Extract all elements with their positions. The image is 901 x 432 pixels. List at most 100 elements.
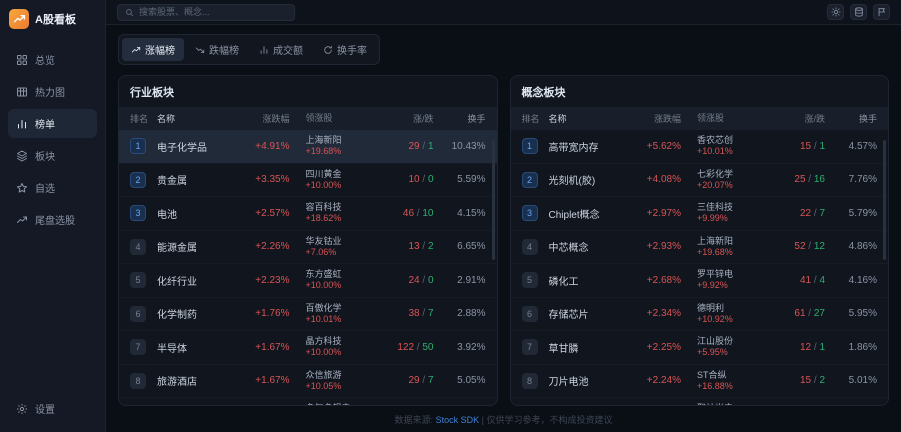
- tab-refresh[interactable]: 换手率: [314, 38, 376, 61]
- panel-concept: 概念板块排名名称涨跌幅领涨股涨/跌换手1高带宽内存+5.62%香农芯创+10.0…: [510, 75, 890, 406]
- sidebar-item-sector[interactable]: 板块: [8, 141, 97, 170]
- content: 涨幅榜 跌幅榜成交额换手率 行业板块排名名称涨跌幅领涨股涨/跌换手1电子化学品+4…: [106, 25, 901, 432]
- down-count: 50: [422, 342, 433, 353]
- sector-name: 能源金属: [157, 239, 238, 254]
- turnover: 10.43%: [434, 141, 486, 152]
- down-count: 10: [422, 208, 433, 219]
- trend-up-icon: [131, 45, 141, 55]
- sector-name: 半导体: [157, 340, 238, 355]
- table-row[interactable]: 1高带宽内存+5.62%香农芯创+10.01%15 / 14.57%: [511, 130, 889, 164]
- table-row[interactable]: 4能源金属+2.26%华友钴业+7.06%13 / 26.65%: [119, 231, 497, 265]
- table-row[interactable]: 3电池+2.57%容百科技+18.62%46 / 104.15%: [119, 197, 497, 231]
- sidebar-item-ranking[interactable]: 榜单: [8, 109, 97, 138]
- leader-cell: 容百科技+18.62%: [290, 202, 378, 225]
- rank-cell: 4: [130, 239, 157, 255]
- change-percent: +2.24%: [629, 375, 681, 386]
- scrollbar-thumb[interactable]: [492, 140, 495, 260]
- table-body: 1电子化学品+4.91%上海新阳+19.68%29 / 110.43%2贵金属+…: [119, 130, 497, 405]
- leader-name: 东方盛虹: [306, 269, 378, 280]
- sidebar-nav: 总览热力图榜单板块自选尾盘选股: [8, 45, 97, 234]
- up-count: 52: [794, 241, 805, 252]
- app-window: A股看板 总览热力图榜单板块自选尾盘选股 设置 涨幅榜跌幅榜成交额换手率 行业板…: [0, 0, 901, 432]
- sidebar: A股看板 总览热力图榜单板块自选尾盘选股 设置: [0, 0, 106, 432]
- turnover: 4.16%: [825, 275, 877, 286]
- leader-name: 容百科技: [306, 202, 378, 213]
- table-row[interactable]: 1电子化学品+4.91%上海新阳+19.68%29 / 110.43%: [119, 130, 497, 164]
- rank-badge: 8: [130, 373, 146, 389]
- leader-cell: 东方盛虹+10.00%: [290, 269, 378, 292]
- table-row[interactable]: 3Chiplet概念+2.97%三佳科技+9.99%22 / 75.79%: [511, 197, 889, 231]
- change-percent: +3.35%: [238, 174, 290, 185]
- table-row[interactable]: 8刀片电池+2.24%ST合纵+16.88%15 / 25.01%: [511, 365, 889, 399]
- turnover: 2.88%: [434, 308, 486, 319]
- heatmap-icon: [16, 86, 28, 98]
- column-header: 换手: [434, 112, 486, 125]
- leader-name: 上海新阳: [697, 236, 769, 247]
- sector-name: 电池: [157, 206, 238, 221]
- tab-label: 跌幅榜: [209, 42, 239, 57]
- feedback-button[interactable]: [873, 4, 890, 20]
- up-down-cell: 25 / 16: [769, 174, 825, 185]
- tab-bar-chart[interactable]: 成交额: [250, 38, 312, 61]
- search-input[interactable]: [139, 7, 287, 17]
- overview-icon: [16, 54, 28, 66]
- separator: /: [420, 241, 428, 252]
- sidebar-item-heatmap[interactable]: 热力图: [8, 77, 97, 106]
- table-row[interactable]: 7半导体+1.67%晶方科技+10.00%122 / 503.92%: [119, 331, 497, 365]
- change-percent: +2.25%: [629, 342, 681, 353]
- table-row[interactable]: 6存储芯片+2.34%德明利+10.92%61 / 275.95%: [511, 298, 889, 332]
- sidebar-item-trend[interactable]: 尾盘选股: [8, 205, 97, 234]
- sidebar-item-watchlist[interactable]: 自选: [8, 173, 97, 202]
- topbar: [106, 0, 901, 25]
- rank-cell: 7: [522, 339, 549, 355]
- up-count: 46: [403, 208, 414, 219]
- table-row[interactable]: 5化纤行业+2.23%东方盛虹+10.00%24 / 02.91%: [119, 264, 497, 298]
- leader-change: +19.68%: [306, 146, 378, 157]
- up-down-cell: 12 / 1: [769, 342, 825, 353]
- leader-name: 百傲化学: [306, 303, 378, 314]
- column-header: 名称: [549, 112, 630, 125]
- leader-change: +10.05%: [306, 381, 378, 392]
- trend-icon: [16, 214, 28, 226]
- up-count: 41: [800, 275, 811, 286]
- up-down-cell: 13 / 2: [378, 241, 434, 252]
- footer: 数据来源: Stock SDK | 仅供学习参考，不构成投资建议: [118, 406, 889, 432]
- sidebar-item-settings[interactable]: 设置: [8, 395, 97, 422]
- table-row[interactable]: 4中芯概念+2.93%上海新阳+19.68%52 / 124.86%: [511, 231, 889, 265]
- table-row[interactable]: 2光刻机(胶)+4.08%七彩化学+20.07%25 / 167.76%: [511, 164, 889, 198]
- turnover: 6.65%: [434, 241, 486, 252]
- theme-toggle-button[interactable]: [827, 4, 844, 20]
- table-row[interactable]: 9第四代半导体+2.11%聚灿光电+10.13%9 / 35.15%: [511, 398, 889, 405]
- rank-badge: 4: [522, 239, 538, 255]
- search-box: [117, 4, 295, 21]
- table-row[interactable]: 9有色金属+1.38%多氟多铝电+9.97%58 / 184.47%: [119, 398, 497, 405]
- table-row[interactable]: 7草甘膦+2.25%江山股份+5.95%12 / 11.86%: [511, 331, 889, 365]
- table-row[interactable]: 6化学制药+1.76%百傲化学+10.01%38 / 72.88%: [119, 298, 497, 332]
- table-row[interactable]: 5磷化工+2.68%罗平锌电+9.92%41 / 44.16%: [511, 264, 889, 298]
- panel-title: 行业板块: [119, 76, 497, 107]
- up-count: 15: [800, 375, 811, 386]
- datasource-button[interactable]: [850, 4, 867, 20]
- tab-trend-up[interactable]: 涨幅榜: [122, 38, 184, 61]
- footer-disclaimer: | 仅供学习参考，不构成投资建议: [482, 415, 613, 425]
- leader-change: +5.95%: [697, 347, 769, 358]
- footer-source-link[interactable]: Stock SDK: [436, 415, 480, 425]
- scrollbar-thumb[interactable]: [883, 140, 886, 260]
- leader-cell: 上海新阳+19.68%: [681, 236, 769, 259]
- leader-change: +10.00%: [306, 347, 378, 358]
- rank-cell: 5: [522, 272, 549, 288]
- leader-name: 众信旅游: [306, 370, 378, 381]
- table-row[interactable]: 2贵金属+3.35%四川黄金+10.00%10 / 05.59%: [119, 164, 497, 198]
- up-count: 61: [794, 308, 805, 319]
- leader-name: 聚灿光电: [697, 403, 769, 405]
- up-down-cell: 61 / 27: [769, 308, 825, 319]
- leader-cell: 上海新阳+19.68%: [290, 135, 378, 158]
- panels: 行业板块排名名称涨跌幅领涨股涨/跌换手1电子化学品+4.91%上海新阳+19.6…: [118, 75, 889, 406]
- up-down-cell: 41 / 4: [769, 275, 825, 286]
- turnover: 1.86%: [825, 342, 877, 353]
- sidebar-item-overview[interactable]: 总览: [8, 45, 97, 74]
- table-row[interactable]: 8旅游酒店+1.67%众信旅游+10.05%29 / 75.05%: [119, 365, 497, 399]
- column-header: 领涨股: [681, 113, 769, 124]
- tab-trend-down[interactable]: 跌幅榜: [186, 38, 248, 61]
- down-count: 27: [814, 308, 825, 319]
